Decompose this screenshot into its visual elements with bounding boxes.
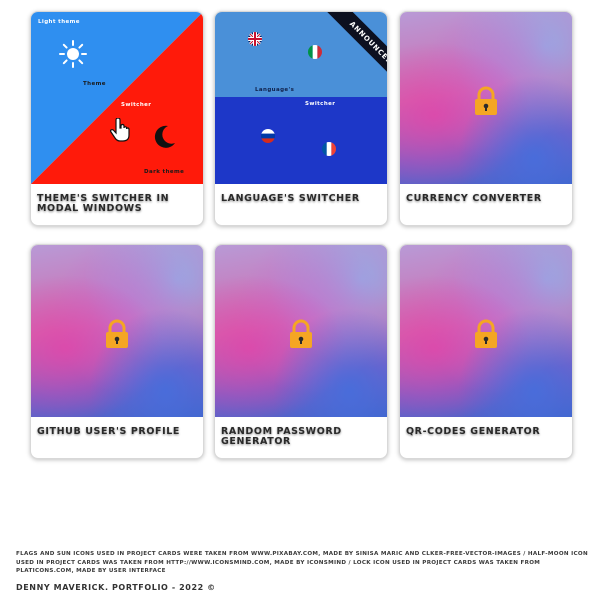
footer-copyright: Denny Maverick. Portfolio - 2022 © xyxy=(16,583,216,592)
switcher-label: Switcher xyxy=(121,102,152,108)
switcher-label: Switcher xyxy=(305,101,336,107)
locked-preview xyxy=(400,245,572,417)
locked-preview xyxy=(400,12,572,184)
language-switcher-preview: Language's Switcher ANNOUNCED xyxy=(215,12,387,184)
card-title: Github user's profile xyxy=(37,426,180,437)
languages-label: Language's xyxy=(255,87,295,93)
theme-split-illustration xyxy=(31,12,203,184)
language-preview-bottom xyxy=(215,97,387,184)
project-card-language-switcher[interactable]: Language's Switcher ANNOUNCED LANGUAGE'S… xyxy=(214,11,388,226)
card-title: Language's switcher xyxy=(221,193,360,204)
sun-icon xyxy=(59,40,87,68)
pointer-hand-icon xyxy=(110,118,130,142)
france-flag-icon xyxy=(322,142,336,156)
moon-icon xyxy=(154,125,175,148)
project-card-github-profile[interactable]: Github user's profile xyxy=(30,244,204,459)
dark-theme-label: Dark theme xyxy=(144,169,185,175)
project-card-qr-generator[interactable]: QR-codes generator xyxy=(399,244,573,459)
lock-icon xyxy=(475,86,497,115)
theme-switcher-preview: Light theme Theme Switcher Dark theme xyxy=(31,12,203,184)
card-title: QR-codes generator xyxy=(406,426,541,437)
card-title: Theme's switcher in modal windows xyxy=(37,193,170,214)
lock-icon xyxy=(475,319,497,348)
project-card-theme-switcher[interactable]: Light theme Theme Switcher Dark theme Th… xyxy=(30,11,204,226)
russia-flag-icon xyxy=(261,129,275,143)
project-card-password-generator[interactable]: Random password generator xyxy=(214,244,388,459)
theme-label: Theme xyxy=(83,81,106,87)
footer-credits: Flags and sun icons used in project card… xyxy=(16,551,588,574)
italy-flag-icon xyxy=(308,45,322,59)
card-title: Currency converter xyxy=(406,193,542,204)
locked-preview xyxy=(31,245,203,417)
project-cards-grid: Light theme Theme Switcher Dark theme Th… xyxy=(0,0,604,470)
uk-flag-icon xyxy=(248,32,262,46)
lock-icon xyxy=(290,319,312,348)
light-theme-label: Light theme xyxy=(38,19,80,25)
project-card-currency-converter[interactable]: Currency converter xyxy=(399,11,573,226)
locked-preview xyxy=(215,245,387,417)
card-title: Random password generator xyxy=(221,426,342,447)
lock-icon xyxy=(106,319,128,348)
